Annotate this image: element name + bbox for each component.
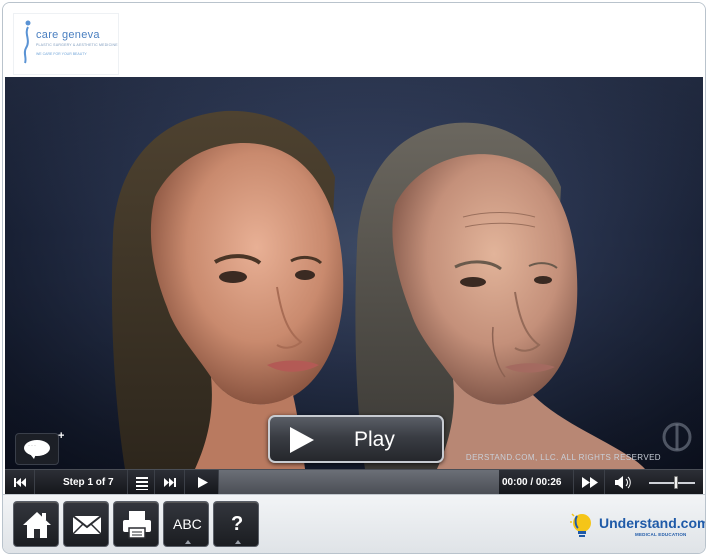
play-icon xyxy=(198,477,208,488)
captions-button[interactable]: ··· + xyxy=(15,430,64,465)
fast-forward-icon xyxy=(582,477,598,488)
volume-handle[interactable] xyxy=(674,476,679,489)
play-icon xyxy=(290,427,314,453)
printer-icon xyxy=(123,511,151,539)
help-button[interactable]: ? xyxy=(213,501,259,547)
glossary-label: ABC xyxy=(173,516,202,532)
home-button[interactable] xyxy=(13,501,59,547)
play-pause-button[interactable] xyxy=(185,470,219,495)
copyright-watermark: DERSTAND.COM, LLC. ALL RIGHTS RESERVED xyxy=(465,453,661,462)
caret-up-icon xyxy=(235,540,241,544)
lightbulb-icon xyxy=(570,513,591,537)
chapters-button[interactable] xyxy=(127,470,155,495)
step-indicator: Step 1 of 7 xyxy=(63,477,114,488)
help-label: ? xyxy=(231,513,244,535)
email-button[interactable] xyxy=(63,501,109,547)
seek-bar[interactable] xyxy=(219,470,499,495)
mute-button[interactable] xyxy=(605,470,641,495)
time-display: 00:00 / 00:26 xyxy=(502,477,562,488)
video-area[interactable]: DERSTAND.COM, LLC. ALL RIGHTS RESERVED ·… xyxy=(5,77,703,469)
skip-forward-icon xyxy=(164,478,176,487)
home-icon xyxy=(23,512,51,538)
brand-subtitle: MEDICAL EDUCATION xyxy=(635,532,687,537)
email-icon xyxy=(72,515,102,535)
volume-slider[interactable] xyxy=(649,482,695,484)
glossary-button[interactable]: ABC xyxy=(163,501,209,547)
logo-figure-icon xyxy=(23,20,31,64)
skip-back-icon xyxy=(14,478,26,487)
play-overlay-button[interactable]: Play xyxy=(268,415,444,463)
video-frame-image xyxy=(111,110,645,469)
speaker-icon xyxy=(615,476,631,489)
player-frame: care geneva PLASTIC SURGERY & AESTHETIC … xyxy=(2,2,706,554)
control-bar: Step 1 of 7 00:00 / 00:26 xyxy=(5,469,703,495)
previous-step-button[interactable] xyxy=(5,470,35,495)
understand-watermark-icon xyxy=(662,422,692,452)
footer-toolbar: ABC ? Understand.com™ MEDICAL EDUCATION xyxy=(3,494,705,553)
caret-up-icon xyxy=(185,540,191,544)
care-geneva-logo: care geneva PLASTIC SURGERY & AESTHETIC … xyxy=(13,13,119,75)
logo-tagline: WE CARE FOR YOUR BEAUTY xyxy=(36,52,87,56)
header: care geneva PLASTIC SURGERY & AESTHETIC … xyxy=(3,3,705,77)
captions-expand-icon: + xyxy=(58,430,65,442)
next-step-button[interactable] xyxy=(155,470,185,495)
play-label: Play xyxy=(354,428,395,451)
fast-forward-button[interactable] xyxy=(573,470,605,495)
print-button[interactable] xyxy=(113,501,159,547)
logo-title: care geneva xyxy=(36,29,100,41)
brand-name: Understand.com™ xyxy=(599,515,706,531)
list-icon xyxy=(136,477,148,490)
understand-logo[interactable]: Understand.com™ MEDICAL EDUCATION xyxy=(569,511,705,546)
logo-subtitle: PLASTIC SURGERY & AESTHETIC MEDICINE xyxy=(36,43,118,47)
